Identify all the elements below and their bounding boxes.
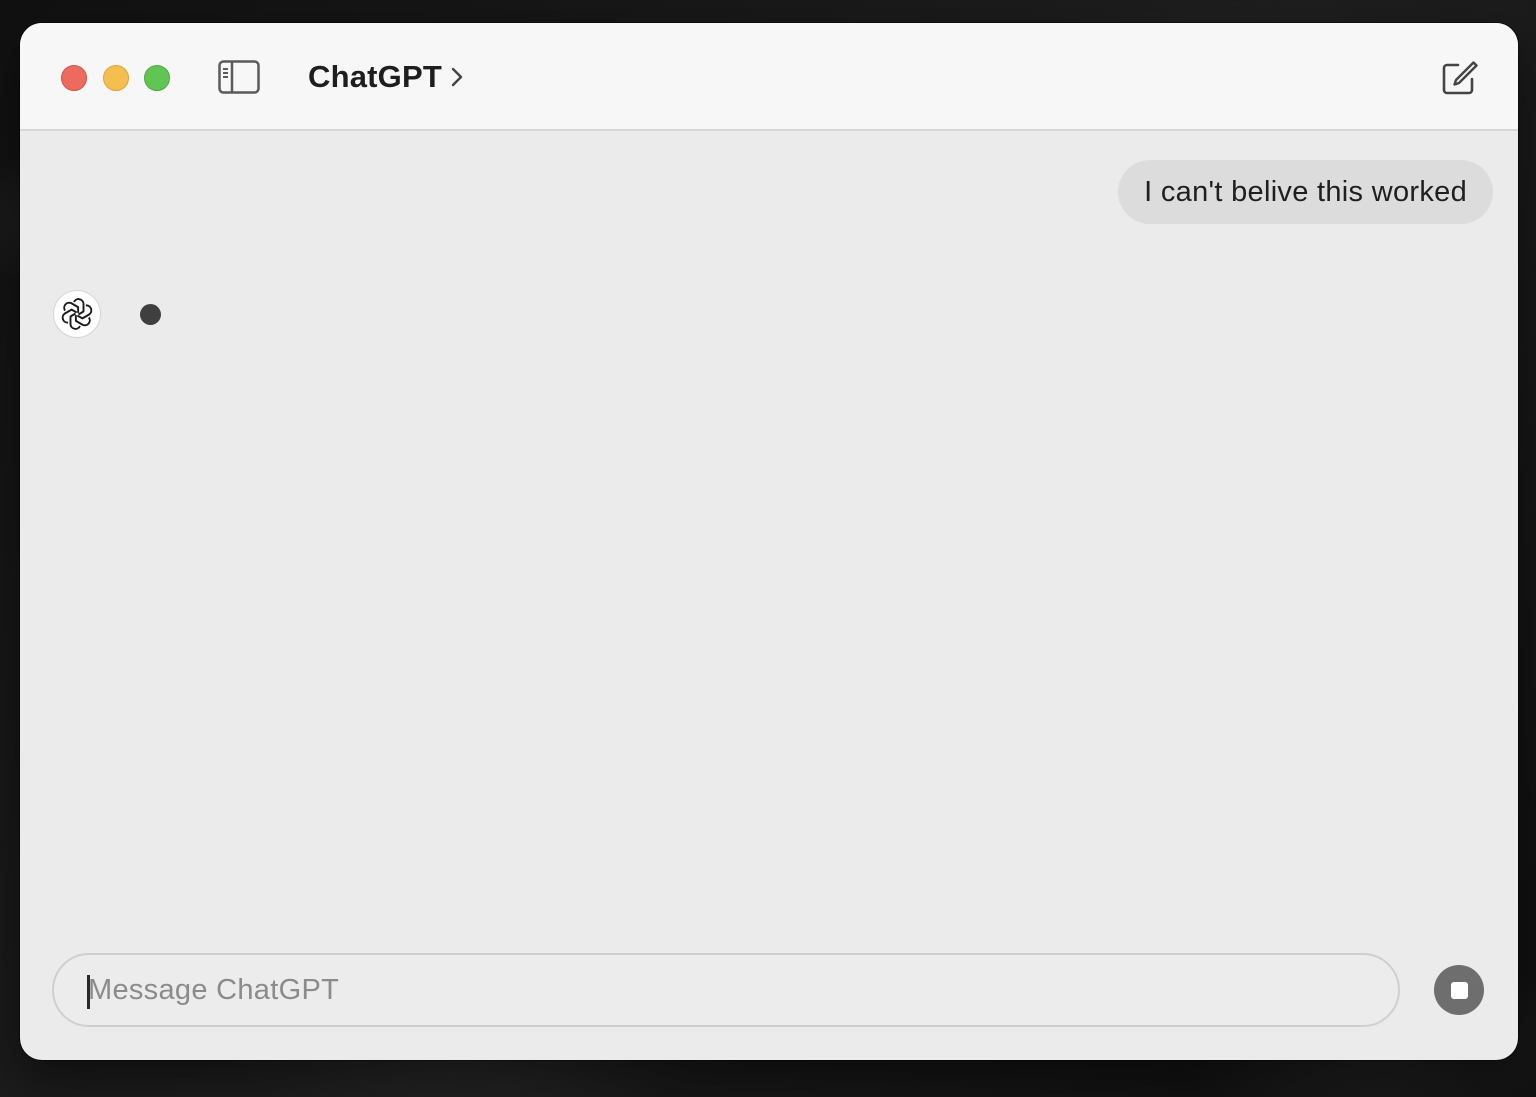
user-message-bubble: I can't belive this worked xyxy=(1118,160,1493,224)
stop-generating-button[interactable] xyxy=(1434,965,1484,1015)
title-bar: ChatGPT xyxy=(20,23,1518,131)
user-message-text: I can't belive this worked xyxy=(1144,175,1467,208)
page-title: ChatGPT xyxy=(308,59,443,94)
assistant-avatar xyxy=(53,290,101,338)
sidebar-icon xyxy=(218,60,260,94)
stop-icon xyxy=(1450,981,1468,999)
minimize-window-button[interactable] xyxy=(103,65,129,91)
new-chat-button[interactable] xyxy=(1440,59,1478,97)
maximize-window-button[interactable] xyxy=(144,65,170,91)
chevron-right-icon xyxy=(451,67,463,87)
message-input[interactable] xyxy=(84,955,1368,1025)
sidebar-toggle-button[interactable] xyxy=(218,60,260,94)
compose-icon xyxy=(1442,61,1478,95)
openai-logo-icon xyxy=(61,298,93,330)
typing-indicator xyxy=(140,304,161,325)
conversation-area: I can't belive this worked xyxy=(20,131,1518,1060)
model-selector[interactable]: ChatGPT xyxy=(308,57,464,97)
message-composer[interactable] xyxy=(52,953,1400,1027)
close-window-button[interactable] xyxy=(61,65,87,91)
app-window: ChatGPT I can't belive this worked xyxy=(20,23,1518,1060)
